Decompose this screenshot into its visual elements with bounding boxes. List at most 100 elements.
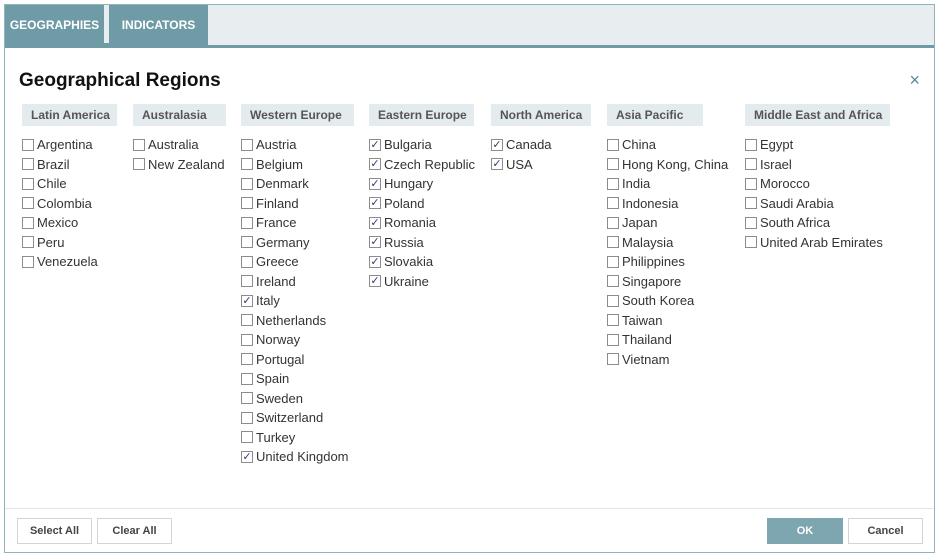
checkbox[interactable]	[607, 275, 619, 288]
checkbox[interactable]	[22, 236, 34, 249]
region-checkbox-item[interactable]: ✓ USA	[491, 155, 591, 175]
region-checkbox-item[interactable]: Switzerland	[241, 408, 354, 428]
checkbox[interactable]	[607, 197, 619, 210]
region-checkbox-item[interactable]: Singapore	[607, 272, 703, 292]
checkbox[interactable]	[745, 197, 757, 210]
checkbox[interactable]	[241, 255, 253, 268]
region-checkbox-item[interactable]: Germany	[241, 233, 354, 253]
region-checkbox-item[interactable]: Ireland	[241, 272, 354, 292]
checkbox[interactable]	[745, 216, 757, 229]
checkbox[interactable]	[241, 431, 253, 444]
ok-button[interactable]: OK	[767, 518, 843, 544]
region-checkbox-item[interactable]: Brazil	[22, 155, 117, 175]
region-checkbox-item[interactable]: ✓ Czech Republic	[369, 155, 475, 175]
region-checkbox-item[interactable]: Chile	[22, 174, 117, 194]
region-checkbox-item[interactable]: Hong Kong, China	[607, 155, 728, 175]
region-checkbox-item[interactable]: Malaysia	[607, 233, 703, 253]
checkbox[interactable]: ✓	[369, 216, 381, 229]
checkbox[interactable]	[745, 158, 757, 171]
tab-geographies[interactable]: GEOGRAPHIES	[5, 5, 104, 45]
checkbox[interactable]	[241, 333, 253, 346]
checkbox[interactable]	[241, 275, 253, 288]
checkbox[interactable]	[22, 138, 34, 151]
select-all-button[interactable]: Select All	[17, 518, 92, 544]
checkbox[interactable]	[241, 372, 253, 385]
checkbox[interactable]	[241, 138, 253, 151]
checkbox[interactable]	[22, 255, 34, 268]
region-checkbox-item[interactable]: France	[241, 213, 354, 233]
checkbox[interactable]	[133, 138, 145, 151]
region-checkbox-item[interactable]: United Arab Emirates	[745, 233, 890, 253]
checkbox[interactable]	[607, 294, 619, 307]
region-checkbox-item[interactable]: Netherlands	[241, 311, 354, 331]
region-checkbox-item[interactable]: Mexico	[22, 213, 117, 233]
region-checkbox-item[interactable]: ✓ Hungary	[369, 174, 474, 194]
region-checkbox-item[interactable]: South Korea	[607, 291, 703, 311]
region-checkbox-item[interactable]: Vietnam	[607, 350, 703, 370]
region-checkbox-item[interactable]: Philippines	[607, 252, 703, 272]
checkbox[interactable]	[241, 392, 253, 405]
checkbox[interactable]	[607, 158, 619, 171]
region-checkbox-item[interactable]: Finland	[241, 194, 354, 214]
checkbox[interactable]	[241, 236, 253, 249]
region-checkbox-item[interactable]: India	[607, 174, 703, 194]
checkbox[interactable]: ✓	[369, 236, 381, 249]
checkbox[interactable]	[22, 158, 34, 171]
checkbox[interactable]: ✓	[491, 138, 503, 151]
region-checkbox-item[interactable]: Israel	[745, 155, 890, 175]
checkbox[interactable]: ✓	[491, 158, 503, 171]
checkbox[interactable]	[133, 158, 145, 171]
checkbox[interactable]: ✓	[369, 177, 381, 190]
region-checkbox-item[interactable]: Venezuela	[22, 252, 117, 272]
region-checkbox-item[interactable]: Colombia	[22, 194, 117, 214]
checkbox[interactable]	[745, 236, 757, 249]
checkbox[interactable]	[241, 353, 253, 366]
region-checkbox-item[interactable]: ✓ Bulgaria	[369, 135, 474, 155]
region-checkbox-item[interactable]: Thailand	[607, 330, 703, 350]
region-checkbox-item[interactable]: South Africa	[745, 213, 890, 233]
checkbox[interactable]: ✓	[369, 138, 381, 151]
region-checkbox-item[interactable]: ✓ Ukraine	[369, 272, 474, 292]
close-icon[interactable]: ×	[909, 70, 920, 90]
region-checkbox-item[interactable]: Japan	[607, 213, 703, 233]
region-checkbox-item[interactable]: Sweden	[241, 389, 354, 409]
checkbox[interactable]	[22, 177, 34, 190]
checkbox[interactable]	[607, 236, 619, 249]
region-checkbox-item[interactable]: ✓ United Kingdom	[241, 447, 354, 467]
region-checkbox-item[interactable]: Denmark	[241, 174, 354, 194]
checkbox[interactable]: ✓	[369, 158, 381, 171]
region-checkbox-item[interactable]: Belgium	[241, 155, 354, 175]
region-checkbox-item[interactable]: Austria	[241, 135, 354, 155]
region-checkbox-item[interactable]: ✓ Slovakia	[369, 252, 474, 272]
cancel-button[interactable]: Cancel	[848, 518, 923, 544]
checkbox[interactable]: ✓	[369, 197, 381, 210]
checkbox[interactable]	[607, 138, 619, 151]
region-checkbox-item[interactable]: ✓ Italy	[241, 291, 354, 311]
region-checkbox-item[interactable]: ✓ Poland	[369, 194, 474, 214]
checkbox[interactable]	[607, 353, 619, 366]
checkbox[interactable]	[22, 197, 34, 210]
region-checkbox-item[interactable]: Egypt	[745, 135, 890, 155]
checkbox[interactable]: ✓	[241, 450, 253, 463]
checkbox[interactable]	[241, 411, 253, 424]
checkbox[interactable]	[607, 177, 619, 190]
region-checkbox-item[interactable]: Indonesia	[607, 194, 703, 214]
region-checkbox-item[interactable]: Saudi Arabia	[745, 194, 890, 214]
checkbox[interactable]	[241, 216, 253, 229]
region-checkbox-item[interactable]: ✓ Russia	[369, 233, 474, 253]
checkbox[interactable]	[607, 314, 619, 327]
region-checkbox-item[interactable]: Peru	[22, 233, 117, 253]
region-checkbox-item[interactable]: ✓ Romania	[369, 213, 474, 233]
region-checkbox-item[interactable]: Turkey	[241, 428, 354, 448]
checkbox[interactable]	[607, 255, 619, 268]
checkbox[interactable]	[241, 177, 253, 190]
checkbox[interactable]: ✓	[369, 255, 381, 268]
checkbox[interactable]	[607, 216, 619, 229]
region-checkbox-item[interactable]: Morocco	[745, 174, 890, 194]
region-checkbox-item[interactable]: Portugal	[241, 350, 354, 370]
region-checkbox-item[interactable]: China	[607, 135, 703, 155]
region-checkbox-item[interactable]: Greece	[241, 252, 354, 272]
checkbox[interactable]	[745, 177, 757, 190]
tab-indicators[interactable]: INDICATORS	[109, 5, 208, 45]
region-checkbox-item[interactable]: Argentina	[22, 135, 117, 155]
